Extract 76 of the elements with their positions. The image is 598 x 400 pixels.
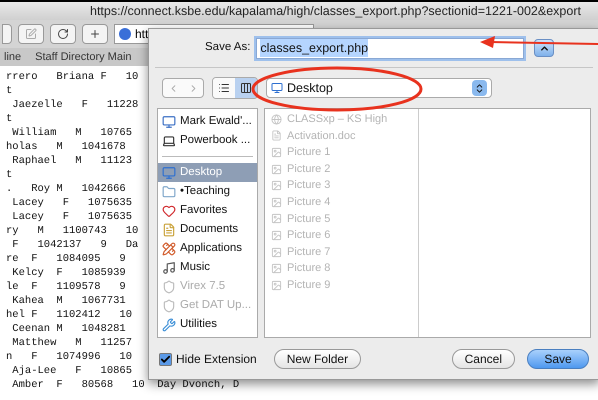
shield-icon	[162, 298, 176, 312]
popup-arrows-icon	[472, 80, 487, 96]
image-file-icon	[271, 263, 282, 274]
image-file-icon	[271, 164, 282, 175]
location-popup[interactable]: Desktop	[266, 78, 492, 98]
image-file-icon	[271, 146, 282, 158]
data-row-text: t	[6, 168, 12, 182]
browser-title-bar: https://connect.ksbe.edu/kapalama/high/classes_export.php?sectionid=1221-002&export	[0, 0, 598, 20]
data-row-text: holas M 1041678	[6, 140, 126, 154]
data-row-text: t	[6, 84, 12, 98]
data-row-text: re F 1084095 9	[6, 252, 126, 266]
pencil-ruler-icon	[162, 242, 176, 256]
bookmark-link[interactable]: line	[4, 48, 22, 66]
data-row-text: Kelcy F 1085939	[11, 266, 126, 280]
sidebar-item[interactable]: Favorites	[158, 201, 257, 220]
sidebar-item[interactable]: Music	[158, 258, 257, 277]
filename-field[interactable]: classes_export.php	[256, 38, 524, 58]
sidebar-item[interactable]: Powerbook ...	[158, 131, 257, 150]
reload-button[interactable]	[50, 24, 76, 44]
data-row-text: le F 1109578 9	[6, 280, 126, 294]
data-row-text: n F 1074996 10	[6, 350, 132, 364]
globe-icon	[271, 114, 282, 125]
edit-icon	[25, 28, 37, 40]
monitor-icon	[162, 114, 176, 128]
image-file-icon	[271, 213, 282, 224]
site-icon	[119, 28, 131, 40]
data-row-text: . Roy M 1042666	[6, 182, 126, 196]
music-icon	[162, 260, 176, 274]
monitor-icon	[162, 166, 176, 180]
save-button[interactable]: Save	[527, 349, 589, 369]
list-view-button[interactable]	[213, 78, 235, 98]
data-row-text: Ceenan M 1048281	[11, 322, 126, 336]
add-button[interactable]	[82, 24, 108, 44]
image-file-icon	[271, 280, 282, 291]
sidebar-item[interactable]: Utilities	[158, 315, 257, 334]
hide-extension-label: Hide Extension	[176, 351, 257, 368]
laptop-icon	[162, 134, 176, 148]
documents-icon	[162, 222, 176, 236]
sidebar-item[interactable]: Applications	[158, 239, 257, 258]
sidebar-item[interactable]: Mark Ewald'...	[158, 112, 257, 131]
data-row-text: William M 10765	[11, 126, 132, 140]
data-row-text: Jaezelle F 11228	[11, 98, 138, 112]
cancel-button[interactable]: Cancel	[452, 349, 515, 369]
data-row-text: F 1042137 9 Da	[11, 238, 138, 252]
data-row-text: Matthew M 11257	[11, 336, 132, 350]
data-row-text: Lacey F 1075635	[11, 210, 132, 224]
data-row-text: t	[6, 112, 12, 126]
plus-icon	[89, 28, 101, 40]
data-row-text: Raphael M 11123	[11, 154, 132, 168]
data-row-text: rrero Briana F 10	[6, 70, 138, 84]
column-view-button[interactable]	[235, 78, 257, 98]
new-folder-button[interactable]: New Folder	[274, 349, 362, 369]
bookmark-link[interactable]: Staff Directory Main	[35, 48, 132, 66]
data-row-text: Lacey F 1075635	[11, 196, 132, 210]
save-as-label: Save As:	[205, 40, 250, 56]
data-row-text: ry M 1100743 10	[6, 224, 138, 238]
shield-icon	[162, 280, 176, 294]
data-row-text: Kahea M 1067731	[11, 294, 126, 308]
edit-button[interactable]	[18, 24, 44, 44]
sidebar-item[interactable]: •Teaching	[158, 182, 257, 201]
image-file-icon	[271, 180, 282, 192]
hide-extension-checkbox[interactable]	[159, 352, 172, 366]
image-file-icon	[271, 246, 282, 258]
columns-icon	[240, 82, 252, 94]
image-file-icon	[271, 196, 282, 208]
heart-icon	[162, 204, 176, 218]
data-row-text: Aja-Lee F 10865	[11, 364, 132, 378]
wrench-icon	[162, 318, 176, 332]
folder-icon	[162, 184, 176, 198]
data-row-text: Amber F 80568 10 Day Dvonch, D	[11, 378, 240, 392]
monitor-icon	[271, 82, 283, 94]
data-row-text: hel F 1102412 10	[6, 308, 132, 322]
reload-icon	[57, 28, 69, 40]
sidebar-item[interactable]: Documents	[158, 220, 257, 239]
document-icon	[271, 130, 282, 142]
image-file-icon	[271, 230, 282, 241]
